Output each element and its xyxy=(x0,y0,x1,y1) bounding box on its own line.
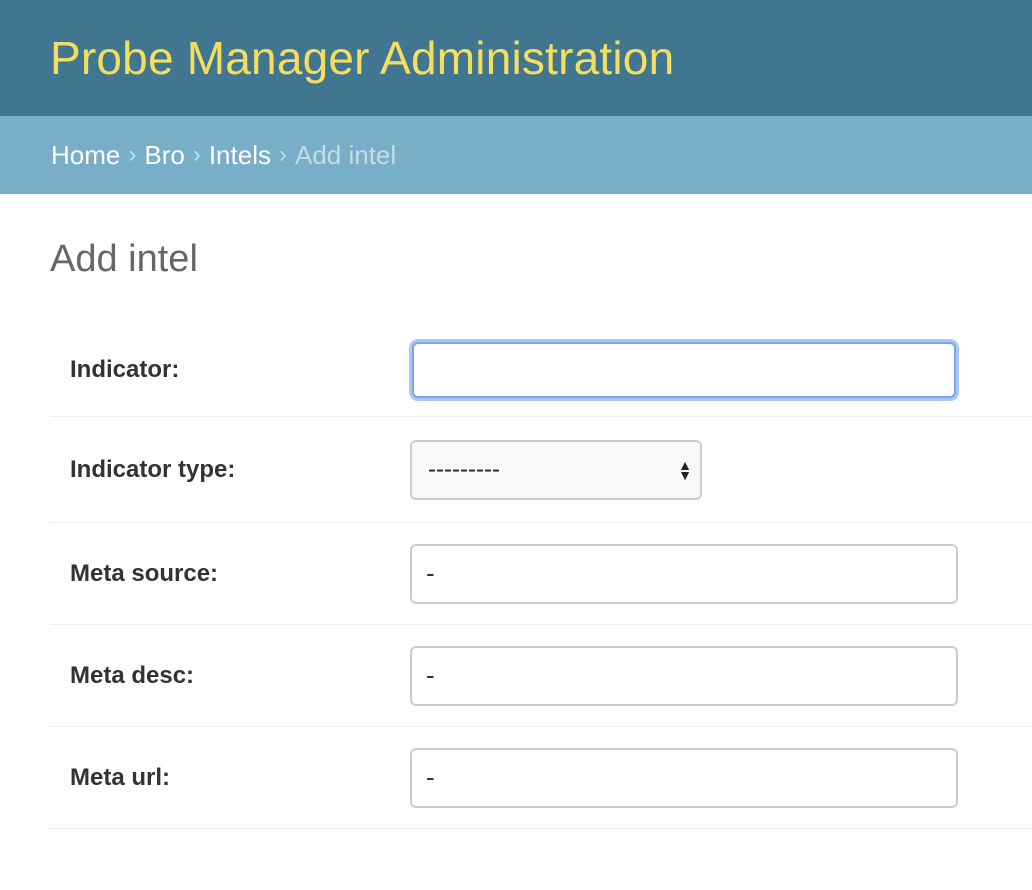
indicator-type-selected: --------- xyxy=(428,455,500,483)
page-title: Add intel xyxy=(50,238,198,280)
meta-url-input[interactable] xyxy=(410,747,958,808)
form-row-meta-desc: Meta desc: xyxy=(50,625,1032,727)
breadcrumb-home[interactable]: Home xyxy=(51,140,120,171)
indicator-label: Indicator: xyxy=(70,355,180,383)
meta-desc-input[interactable] xyxy=(410,645,958,706)
meta-source-label: Meta source: xyxy=(70,559,219,587)
form-row-meta-url: Meta url: xyxy=(50,727,1032,829)
meta-url-label: Meta url: xyxy=(70,763,171,791)
select-arrows-icon: ▲ ▼ xyxy=(678,456,692,483)
breadcrumb-bro[interactable]: Bro xyxy=(144,140,184,171)
main-content: Add intel Indicator: Indicator type: ---… xyxy=(0,239,1032,829)
breadcrumb-separator: › xyxy=(278,141,287,168)
indicator-type-select[interactable]: --------- ▲ ▼ xyxy=(410,439,702,500)
breadcrumb: Home › Bro › Intels › Add intel xyxy=(0,116,1032,194)
form-row-indicator: Indicator: xyxy=(50,323,1032,417)
breadcrumb-intels[interactable]: Intels xyxy=(209,140,271,171)
form-row-indicator-type: Indicator type: --------- ▲ ▼ xyxy=(50,417,1032,523)
breadcrumb-separator: › xyxy=(128,141,137,168)
meta-source-input[interactable] xyxy=(410,543,958,604)
indicator-input[interactable] xyxy=(412,341,956,398)
add-intel-form: Indicator: Indicator type: --------- ▲ ▼ … xyxy=(50,323,1032,829)
meta-desc-label: Meta desc: xyxy=(70,661,195,689)
breadcrumb-separator: › xyxy=(192,141,201,168)
site-title[interactable]: Probe Manager Administration xyxy=(50,31,674,85)
breadcrumb-current: Add intel xyxy=(294,139,397,170)
indicator-type-label: Indicator type: xyxy=(70,455,236,483)
site-header: Probe Manager Administration xyxy=(0,0,1032,116)
form-row-meta-source: Meta source: xyxy=(50,523,1032,625)
